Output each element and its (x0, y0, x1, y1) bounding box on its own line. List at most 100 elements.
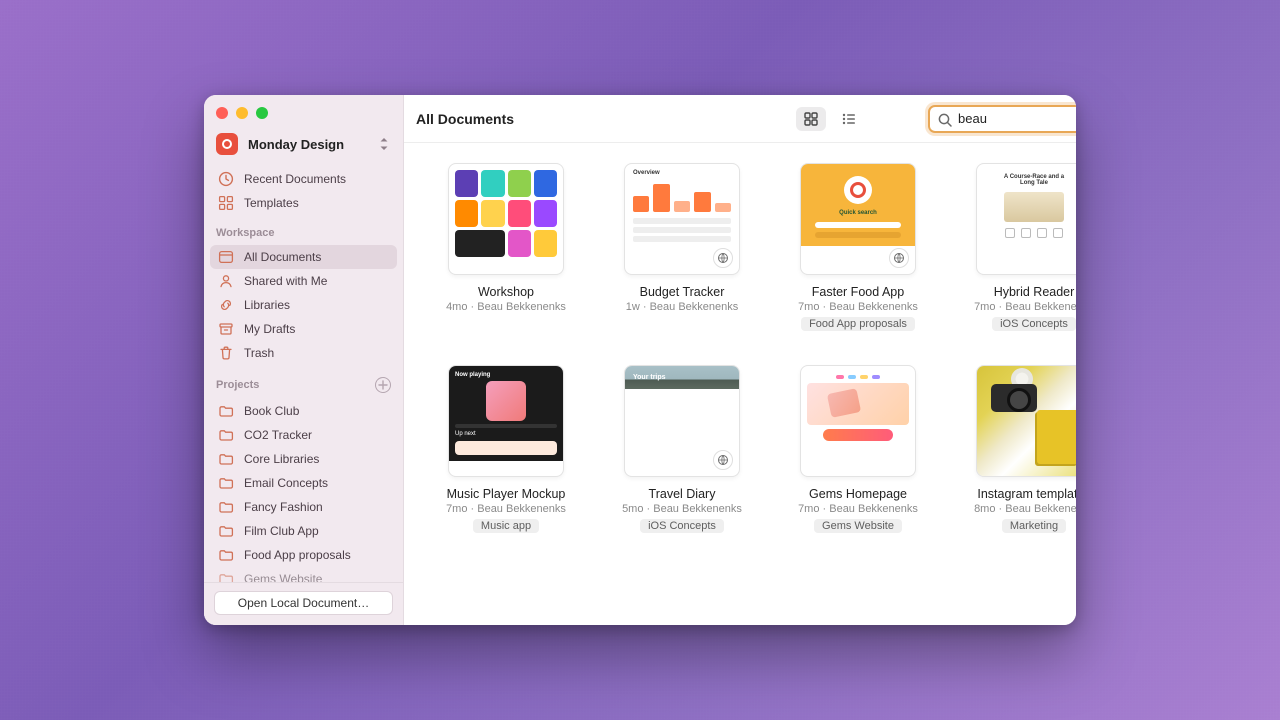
sidebar-footer: Open Local Document… (204, 582, 403, 625)
document-meta: 7mo · Beau Bekkenenks (798, 301, 918, 313)
window-icon (218, 249, 234, 265)
sidebar: Monday Design Recent Documents Templates… (204, 95, 404, 625)
project-label: Gems Website (244, 572, 322, 582)
document-tag: Gems Website (814, 519, 902, 533)
header: All Documents (404, 95, 1076, 143)
document-tag: iOS Concepts (640, 519, 724, 533)
templates-icon (218, 195, 234, 211)
link-icon (218, 297, 234, 313)
window-controls (204, 95, 403, 129)
project-label: Fancy Fashion (244, 500, 323, 514)
project-label: Food App proposals (244, 548, 351, 562)
project-item[interactable]: Email Concepts (210, 471, 397, 495)
grid-view-button[interactable] (796, 107, 826, 131)
folder-icon (218, 499, 234, 515)
project-label: Core Libraries (244, 452, 319, 466)
document-card[interactable]: Gems Homepage 7mo · Beau Bekkenenks Gems… (790, 365, 926, 533)
nav-libraries[interactable]: Libraries (210, 293, 397, 317)
folder-icon (218, 427, 234, 443)
document-name: Gems Homepage (809, 487, 907, 501)
document-card[interactable]: Workshop 4mo · Beau Bekkenenks (438, 163, 574, 331)
page-title: All Documents (416, 111, 784, 127)
nav-templates[interactable]: Templates (210, 191, 397, 215)
document-meta: 7mo · Beau Bekkenenks (446, 503, 566, 515)
projects-scroll: Book Club CO2 Tracker Core Libraries Email … (204, 397, 403, 582)
minimize-window-button[interactable] (236, 107, 248, 119)
fullscreen-window-button[interactable] (256, 107, 268, 119)
search-input[interactable] (958, 111, 1076, 126)
open-local-document-button[interactable]: Open Local Document… (214, 591, 393, 615)
document-card[interactable]: Quick search Faster Food App 7mo · Beau … (790, 163, 926, 331)
project-item[interactable]: Gems Website (210, 567, 397, 582)
document-card[interactable]: A Course-Race and aLong Tale Hybrid Read… (966, 163, 1076, 331)
nav-label: Trash (244, 346, 274, 360)
project-label: CO2 Tracker (244, 428, 312, 442)
document-thumbnail (800, 365, 916, 477)
project-item[interactable]: Food App proposals (210, 543, 397, 567)
add-project-button[interactable] (375, 377, 391, 393)
document-meta: 4mo · Beau Bekkenenks (446, 301, 566, 313)
archive-icon (218, 321, 234, 337)
document-meta: 1w · Beau Bekkenenks (626, 301, 739, 313)
project-label: Book Club (244, 404, 299, 418)
nav-label: Templates (244, 196, 299, 210)
document-name: Travel Diary (649, 487, 716, 501)
view-switch (796, 107, 864, 131)
document-name: Workshop (478, 285, 534, 299)
projects-list: Book Club CO2 Tracker Core Libraries Email … (204, 397, 403, 582)
document-meta: 8mo · Beau Bekkenenks (974, 503, 1076, 515)
nav-label: Recent Documents (244, 172, 346, 186)
document-card[interactable]: Instagram templates 8mo · Beau Bekkenenk… (966, 365, 1076, 533)
document-name: Music Player Mockup (447, 487, 566, 501)
nav-top: Recent Documents Templates (204, 165, 403, 217)
project-item[interactable]: CO2 Tracker (210, 423, 397, 447)
nav-workspace: All Documents Shared with Me Libraries M… (204, 243, 403, 367)
nav-label: My Drafts (244, 322, 295, 336)
shared-badge-icon (713, 248, 733, 268)
project-label: Email Concepts (244, 476, 328, 490)
project-label: Film Club App (244, 524, 319, 538)
project-item[interactable]: Film Club App (210, 519, 397, 543)
nav-trash[interactable]: Trash (210, 341, 397, 365)
nav-recent[interactable]: Recent Documents (210, 167, 397, 191)
team-name: Monday Design (248, 137, 369, 152)
section-projects: Projects (204, 367, 403, 397)
document-name: Faster Food App (812, 285, 904, 299)
shared-badge-icon (889, 248, 909, 268)
document-thumbnail (976, 365, 1076, 477)
nav-drafts[interactable]: My Drafts (210, 317, 397, 341)
nav-label: Shared with Me (244, 274, 327, 288)
document-card[interactable]: Now playing Up next Music Player Mockup … (438, 365, 574, 533)
close-window-button[interactable] (216, 107, 228, 119)
section-workspace: Workspace (204, 217, 403, 243)
folder-icon (218, 523, 234, 539)
document-name: Budget Tracker (640, 285, 725, 299)
team-switcher[interactable]: Monday Design (204, 129, 403, 165)
nav-shared[interactable]: Shared with Me (210, 269, 397, 293)
app-window: Monday Design Recent Documents Templates… (204, 95, 1076, 625)
list-view-button[interactable] (834, 107, 864, 131)
search-field[interactable] (928, 105, 1076, 133)
document-card[interactable]: Overview (614, 163, 750, 331)
shared-badge-icon (713, 450, 733, 470)
list-icon (841, 111, 857, 127)
document-thumbnail: Now playing Up next (448, 365, 564, 477)
project-item[interactable]: Book Club (210, 399, 397, 423)
trash-icon (218, 345, 234, 361)
folder-icon (218, 475, 234, 491)
folder-icon (218, 571, 234, 582)
nav-all-documents[interactable]: All Documents (210, 245, 397, 269)
grid-icon (803, 111, 819, 127)
document-tag: Marketing (1002, 519, 1066, 533)
document-tag: Music app (473, 519, 539, 533)
person-icon (218, 273, 234, 289)
project-item[interactable]: Core Libraries (210, 447, 397, 471)
project-item[interactable]: Fancy Fashion (210, 495, 397, 519)
document-tag: iOS Concepts (992, 317, 1076, 331)
document-thumbnail: Your trips Exploring theSwiss Alps (624, 365, 740, 477)
clock-icon (218, 171, 234, 187)
document-thumbnail: Overview (624, 163, 740, 275)
document-card[interactable]: Your trips Exploring theSwiss Alps Trave… (614, 365, 750, 533)
section-label: Workspace (216, 227, 275, 239)
document-thumbnail: Quick search (800, 163, 916, 275)
